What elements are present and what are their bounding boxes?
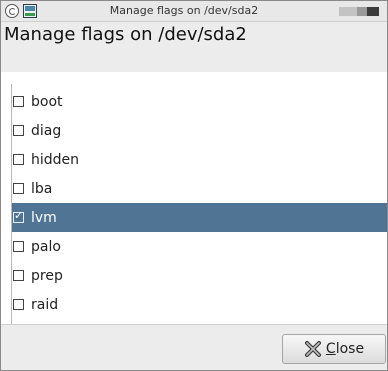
window-title: Manage flags on /dev/sda2 <box>109 4 259 17</box>
flag-label: hidden <box>31 151 80 168</box>
flag-row-raid[interactable]: raid <box>12 290 387 319</box>
dialog-heading: Manage flags on /dev/sda2 <box>4 24 247 45</box>
minimize-icon[interactable] <box>339 7 357 16</box>
maximize-icon[interactable] <box>357 7 367 16</box>
flag-label: diag <box>31 122 62 139</box>
close-button[interactable]: Close <box>282 334 386 364</box>
flag-checkbox-hidden[interactable] <box>13 154 24 165</box>
flag-label: lvm <box>31 209 57 226</box>
app-icon <box>23 4 37 18</box>
flag-row-prep[interactable]: prep <box>12 261 387 290</box>
close-mnemonic: C <box>325 341 336 357</box>
flag-row-palo[interactable]: palo <box>12 232 387 261</box>
flag-checkbox-palo[interactable] <box>13 241 24 252</box>
window-menu-icon[interactable] <box>5 4 19 18</box>
flag-checkbox-boot[interactable] <box>13 96 24 107</box>
close-label-rest: lose <box>335 341 365 357</box>
flag-label: lba <box>31 180 53 197</box>
flag-checkbox-lvm[interactable]: ✓ <box>13 209 24 223</box>
flag-label: raid <box>31 296 59 313</box>
check-mark-icon: ✓ <box>14 209 24 222</box>
flag-label: prep <box>31 267 63 284</box>
close-button-label: Close <box>326 341 364 357</box>
title-bar[interactable]: Manage flags on /dev/sda2 <box>1 1 387 22</box>
flag-row-diag[interactable]: diag <box>12 116 387 145</box>
flag-checkbox-diag[interactable] <box>13 125 24 136</box>
window-controls[interactable] <box>339 7 379 16</box>
flag-list: boot diag hidden lba ✓ lvm palo prep rai… <box>11 84 387 324</box>
flag-checkbox-raid[interactable] <box>13 299 24 310</box>
flag-row-lba[interactable]: lba <box>12 174 387 203</box>
flag-label: boot <box>31 93 63 110</box>
manage-flags-window: Manage flags on /dev/sda2 Manage flags o… <box>0 0 388 371</box>
flag-row-hidden[interactable]: hidden <box>12 145 387 174</box>
flag-row-boot[interactable]: boot <box>12 87 387 116</box>
flag-label: palo <box>31 238 61 255</box>
flag-row-lvm[interactable]: ✓ lvm <box>12 203 387 232</box>
close-icon <box>304 341 321 357</box>
dialog-footer: Close <box>1 324 387 370</box>
flag-checkbox-prep[interactable] <box>13 270 24 281</box>
flag-checkbox-lba[interactable] <box>13 183 24 194</box>
close-window-icon[interactable] <box>367 7 379 16</box>
